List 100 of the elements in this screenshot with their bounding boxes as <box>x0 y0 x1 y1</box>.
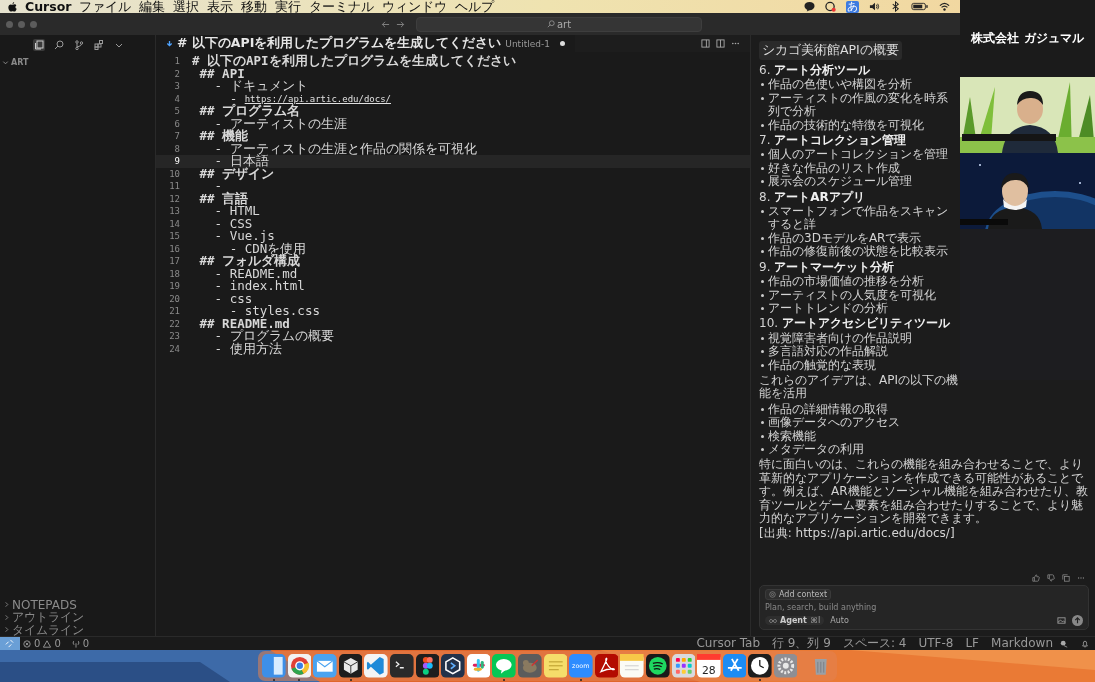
input-method-indicator[interactable]: あ <box>846 0 859 13</box>
line-number: 24 <box>168 342 181 355</box>
calendar-icon[interactable]: 28 <box>697 654 721 678</box>
extensions-tab[interactable] <box>93 39 105 51</box>
bullet-icon <box>761 83 764 87</box>
code-text: - プログラムの概要 <box>213 330 334 343</box>
code-text: # 以下のAPIを利用したプログラムを生成してください <box>192 55 516 68</box>
list-item-text: 好きな作品のリスト作成 <box>768 161 900 176</box>
menu-item[interactable]: ヘルプ <box>455 0 495 13</box>
bluetooth-icon[interactable] <box>890 1 901 12</box>
code-text: - README.md <box>213 267 298 280</box>
warning-count[interactable]: 0 <box>54 638 61 649</box>
menu-item[interactable]: ウィンドウ <box>382 0 448 13</box>
line-number: 11 <box>168 180 181 193</box>
agent-mode-button[interactable]: Agent ⌘I <box>765 616 825 625</box>
more-icon[interactable] <box>1077 574 1085 582</box>
error-count[interactable]: 0 <box>34 638 41 649</box>
bullet-icon <box>761 96 764 100</box>
bullet-icon <box>761 434 764 438</box>
code-link[interactable]: https://api.artic.edu/docs/ <box>244 92 391 105</box>
line-number: 9 <box>173 155 181 168</box>
panel-section-header[interactable]: アウトライン <box>0 611 155 624</box>
line-number: 22 <box>168 317 181 330</box>
bullet-icon <box>761 280 764 284</box>
chat-input-field[interactable]: Plan, search, build anything <box>765 602 1083 613</box>
code-text: - アーティストの生涯 <box>213 117 347 130</box>
chat-input-box[interactable]: Add context Plan, search, build anything Agent ⌘I Auto <box>759 585 1089 630</box>
menu-item[interactable]: 選択 <box>173 0 200 13</box>
line-number: 6 <box>173 117 181 130</box>
line-number: 14 <box>168 217 181 230</box>
company-name: 株式会社 ガジュマル <box>971 30 1084 47</box>
line-number: 21 <box>168 305 181 318</box>
list-heading: 6. アート分析ツール <box>759 64 872 78</box>
menu-item[interactable]: 表示 <box>207 0 234 13</box>
status-item[interactable]: Markdown <box>991 637 1053 650</box>
model-selector[interactable]: Auto <box>830 616 849 625</box>
search-icon <box>546 20 555 28</box>
thumbs-up-icon[interactable] <box>1032 574 1040 582</box>
extensions-icon <box>94 40 104 50</box>
forward-arrow-icon[interactable] <box>396 19 405 29</box>
menu-item[interactable]: 移動 <box>241 0 268 13</box>
list-item-text: 検索機能 <box>768 429 816 443</box>
status-item[interactable]: スペース: 4 <box>842 637 907 650</box>
files-tab[interactable] <box>33 39 45 51</box>
line-number: 18 <box>168 267 181 280</box>
line-number: 2 <box>173 67 181 80</box>
menu-app-name[interactable]: Cursor <box>25 0 72 13</box>
back-arrow-icon[interactable] <box>381 19 390 29</box>
apple-icon[interactable] <box>8 1 17 12</box>
status-item[interactable]: UTF-8 <box>918 637 954 650</box>
code-text: ## フォルダ構成 <box>198 255 301 268</box>
status-item[interactable]: 行 9、列 9 <box>772 637 831 650</box>
list-item-text: アーティストの人気度を可視化 <box>768 288 936 302</box>
menu-item[interactable]: 実行 <box>275 0 302 13</box>
panel-section-header[interactable]: NOTEPADS <box>0 598 155 611</box>
image-icon[interactable] <box>1057 616 1066 625</box>
antenna-icon[interactable] <box>71 639 80 648</box>
copy-icon[interactable] <box>1062 574 1070 582</box>
code-text: - index.html <box>213 280 305 293</box>
list-item-text: 画像データへのアクセス <box>768 416 900 430</box>
list-item-text: スマートフォンで作品をスキャンすると詳 <box>768 205 949 232</box>
list-item-text: 作品の3DモデルをARで表示 <box>768 231 922 245</box>
chat-bubble-icon[interactable] <box>804 1 815 12</box>
search-tab[interactable] <box>53 39 65 51</box>
wifi-icon[interactable] <box>939 1 950 12</box>
code-text: ## README.md <box>198 317 290 330</box>
line-number: 3 <box>173 80 181 93</box>
split-editor-icon[interactable] <box>716 39 725 48</box>
error-icon[interactable] <box>23 639 31 648</box>
bell-icon[interactable] <box>1081 639 1089 648</box>
add-context-button[interactable]: Add context <box>765 589 832 600</box>
list-item-text: 作品の色使いや構図を分析 <box>768 78 912 92</box>
code-text: - styles.css <box>228 305 320 318</box>
panel-section-header[interactable]: タイムライン <box>0 623 155 636</box>
list-item-text: 作品の市場価値の推移を分析 <box>768 275 924 289</box>
preview-icon[interactable] <box>701 39 710 48</box>
source-control-tab[interactable] <box>73 39 85 51</box>
code-text: ## API <box>198 67 245 80</box>
battery-icon[interactable] <box>911 1 929 12</box>
chat-title-chip[interactable]: シカゴ美術館APIの概要 <box>759 41 902 60</box>
menu-item[interactable]: ターミナル <box>309 0 375 13</box>
send-button[interactable] <box>1072 615 1083 626</box>
command-center[interactable]: art <box>416 16 702 32</box>
status-item[interactable]: Cursor Tab <box>696 637 761 650</box>
menu-item[interactable]: ファイル <box>79 0 132 13</box>
feedback-icon[interactable] <box>1060 639 1068 648</box>
status-item[interactable]: LF <box>965 637 980 650</box>
folder-header[interactable]: ART <box>0 55 155 70</box>
menu-item[interactable]: 編集 <box>139 0 166 13</box>
volume-icon[interactable] <box>869 1 880 12</box>
port-count[interactable]: 0 <box>82 638 90 649</box>
search-icon <box>54 40 64 50</box>
list-heading: 7. アートコレクション管理 <box>759 134 908 148</box>
code-text: ## デザイン <box>198 167 275 180</box>
infinity-icon <box>769 618 777 623</box>
clock-icon[interactable] <box>748 654 772 678</box>
line-number: 20 <box>168 292 181 305</box>
code-text: ## プログラム名 <box>198 105 301 118</box>
thumbs-down-icon[interactable] <box>1047 574 1055 582</box>
warning-icon[interactable] <box>43 639 52 648</box>
